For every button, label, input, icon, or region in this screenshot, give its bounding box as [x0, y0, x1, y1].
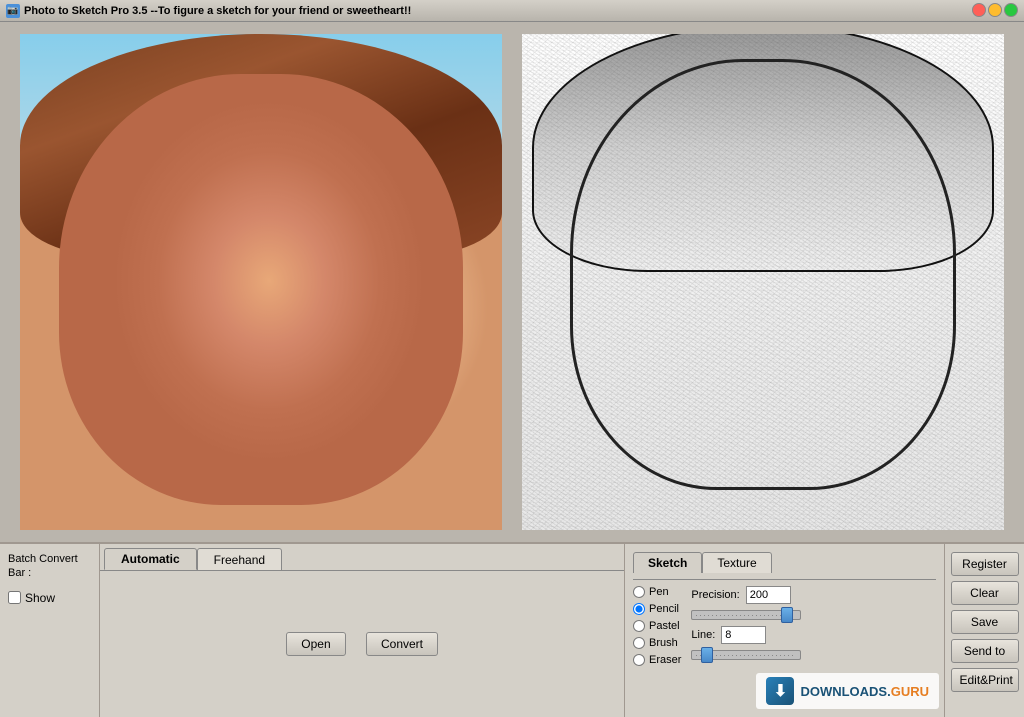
radio-eraser-label: Eraser [649, 654, 681, 666]
precision-slider-thumb[interactable] [781, 607, 793, 623]
radio-brush-label: Brush [649, 637, 678, 649]
watermark-text: DOWNLOADS.GURU [800, 684, 929, 699]
line-row: Line: [691, 626, 936, 644]
batch-convert-label: Batch Convert Bar : [8, 552, 91, 581]
radio-pen-row: Pen [633, 586, 681, 598]
radio-pastel-row: Pastel [633, 620, 681, 632]
original-photo [20, 34, 502, 530]
register-button[interactable]: Register [951, 552, 1019, 576]
watermark: ⬇ DOWNLOADS.GURU [756, 673, 939, 709]
convert-area: Open Convert [108, 632, 616, 656]
tab-freehand[interactable]: Freehand [197, 548, 282, 570]
images-container [0, 22, 1024, 542]
radio-eraser-row: Eraser [633, 654, 681, 666]
sketch-texture-tabs: Sketch Texture [633, 552, 936, 573]
line-slider-thumb[interactable] [701, 647, 713, 663]
line-input[interactable] [721, 626, 766, 644]
radio-pencil[interactable] [633, 603, 645, 615]
precision-input[interactable] [746, 586, 791, 604]
window-title: Photo to Sketch Pro 3.5 --To figure a sk… [24, 5, 1018, 17]
radio-pen[interactable] [633, 586, 645, 598]
maximize-button[interactable] [1004, 3, 1018, 17]
precision-slider-track[interactable] [691, 610, 801, 620]
tab-texture[interactable]: Texture [702, 552, 771, 573]
precision-row: Precision: [691, 586, 936, 604]
title-bar: 📷 Photo to Sketch Pro 3.5 --To figure a … [0, 0, 1024, 22]
radio-pencil-label: Pencil [649, 603, 679, 615]
radio-pastel[interactable] [633, 620, 645, 632]
tabs-area: Automatic Freehand [100, 544, 624, 570]
settings-group: Precision: Line: [691, 586, 936, 666]
minimize-button[interactable] [988, 3, 1002, 17]
clear-button[interactable]: Clear [951, 581, 1019, 605]
radio-group: Pen Pencil Pastel Brush Eraser [633, 586, 681, 666]
watermark-guru: GURU [891, 684, 929, 699]
save-button[interactable]: Save [951, 610, 1019, 634]
watermark-logo: ⬇ [766, 677, 794, 705]
precision-label: Precision: [691, 589, 739, 601]
sketch-options: Pen Pencil Pastel Brush Eraser [633, 579, 936, 666]
app-icon: 📷 [6, 4, 20, 18]
radio-brush[interactable] [633, 637, 645, 649]
center-panel: Automatic Freehand Open Convert [100, 544, 624, 717]
convert-button[interactable]: Convert [366, 632, 438, 656]
edit-print-button[interactable]: Edit&Print [951, 668, 1019, 692]
line-slider-track[interactable] [691, 650, 801, 660]
right-buttons: Register Clear Save Send to Edit&Print [944, 544, 1024, 717]
tab-sketch[interactable]: Sketch [633, 552, 702, 573]
radio-pastel-label: Pastel [649, 620, 680, 632]
show-checkbox[interactable] [8, 591, 21, 604]
face-main [59, 74, 464, 506]
line-label: Line: [691, 629, 715, 641]
tab-automatic[interactable]: Automatic [104, 548, 197, 570]
send-to-button[interactable]: Send to [951, 639, 1019, 663]
sketch-photo [522, 34, 1004, 530]
window-controls[interactable] [972, 3, 1018, 17]
radio-eraser[interactable] [633, 654, 645, 666]
left-controls: Batch Convert Bar : Show [0, 544, 100, 717]
sketch-photo-frame [522, 34, 1004, 530]
line-slider-container [691, 650, 936, 660]
close-button[interactable] [972, 3, 986, 17]
radio-pen-label: Pen [649, 586, 669, 598]
show-checkbox-row: Show [8, 591, 91, 605]
tab-content: Open Convert [100, 570, 624, 717]
precision-slider-container [691, 610, 936, 620]
radio-brush-row: Brush [633, 637, 681, 649]
radio-pencil-row: Pencil [633, 603, 681, 615]
show-label: Show [25, 591, 55, 605]
original-photo-frame [20, 34, 502, 530]
sketch-face-outline [570, 59, 956, 491]
open-button[interactable]: Open [286, 632, 346, 656]
watermark-downloads: DOWNLOADS. [800, 684, 890, 699]
